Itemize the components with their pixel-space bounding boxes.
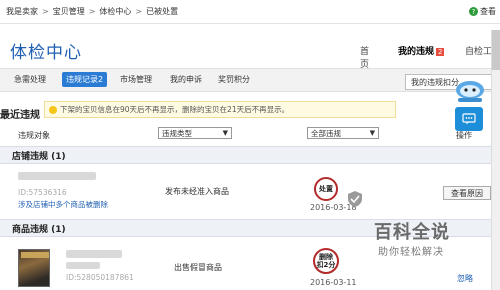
violation-count-badge: 2 (436, 48, 445, 56)
chat-icon (462, 113, 476, 125)
assistant-mascot-icon[interactable] (452, 80, 488, 104)
breadcrumb-separator: > (135, 7, 143, 16)
tab-my-appeals[interactable]: 我的申诉 (170, 74, 202, 85)
breadcrumb-separator: > (42, 7, 49, 16)
bulb-icon (49, 105, 57, 114)
watermark-logo: 百科全说 助你轻松解决 (348, 191, 498, 272)
tab-reward-points[interactable]: 奖罚积分 (218, 74, 250, 85)
view-reason-button[interactable]: 查看原因 (443, 186, 491, 200)
tab-violation-records[interactable]: 违规记录2 (62, 72, 108, 87)
breadcrumb: 我是卖家 > 宝贝管理 > 体检中心 > 已被处置 (0, 0, 500, 24)
help-label: 查看 (480, 7, 496, 16)
product-thumbnail[interactable] (18, 249, 50, 287)
breadcrumb-item[interactable]: 体检中心 (99, 6, 131, 17)
nav-home[interactable]: 首页 (360, 44, 369, 70)
store-violations-header: 店铺违规 (1) (0, 146, 500, 164)
stamp-line-2: 扣2分 (316, 261, 336, 269)
nav-self-check[interactable]: 自检工 (465, 44, 492, 57)
goods-violation-reason: 出售假冒商品 (174, 263, 222, 272)
page-title: 体检中心 (10, 43, 82, 63)
notice-text: 下架的宝贝信息在90天后不再显示，删除的宝贝在21天后不再显示。 (60, 105, 290, 114)
scrollbar-thumb[interactable] (492, 30, 500, 70)
store-id: ID:57536316 (18, 188, 67, 197)
redacted-product-title (66, 250, 122, 258)
redacted-store-name (18, 172, 96, 180)
watermark-subtitle: 助你轻松解决 (378, 247, 444, 258)
violation-type-select[interactable]: 违规类型 ▼ (158, 127, 232, 139)
recent-violations-label: 最近违规 (0, 110, 40, 121)
operation-column-label: 操作 (456, 131, 472, 140)
filter-row: 违规对象 违规类型 ▼ 全部违规 ▼ (0, 126, 500, 144)
watermark-title: 百科全说 (374, 222, 450, 243)
breadcrumb-separator: > (88, 7, 96, 16)
help-icon: ? (469, 7, 478, 16)
product-id: ID:528050187861 (66, 273, 134, 282)
goods-violation-date: 2016-03-11 (310, 278, 357, 287)
all-violations-select-value: 全部违规 (311, 128, 341, 138)
breadcrumb-item[interactable]: 我是卖家 (6, 6, 38, 17)
breadcrumb-item: 已被处置 (146, 7, 179, 16)
store-violation-reason: 发布未经准入商品 (165, 187, 229, 196)
chevron-down-icon: ▼ (369, 129, 375, 137)
tab-market-management[interactable]: 市场管理 (120, 74, 152, 85)
shield-icon (348, 191, 362, 207)
chevron-down-icon: ▼ (222, 129, 228, 137)
stamp-line-1: 删除 (319, 253, 333, 261)
nav-my-violations[interactable]: 我的违规 2 (398, 44, 445, 57)
notice-bar: 下架的宝贝信息在90天后不再显示，删除的宝贝在21天后不再显示。 (44, 101, 396, 118)
store-violation-link[interactable]: 涉及店铺中多个商品被删除 (18, 199, 108, 210)
delete-deduct-stamp: 删除 扣2分 (313, 248, 339, 274)
breadcrumb-item[interactable]: 宝贝管理 (53, 6, 85, 17)
nav-my-violations-label: 我的违规 (398, 47, 435, 57)
header: 体检中心 首页 我的违规 2 自检工 (0, 24, 500, 70)
disposal-stamp-label: 处置 (319, 185, 333, 193)
disposal-stamp: 处置 (314, 177, 338, 201)
help-link[interactable]: ? 查看 (469, 6, 496, 17)
all-violations-select[interactable]: 全部违规 ▼ (307, 127, 379, 139)
redacted-product-subtitle (66, 262, 100, 269)
ignore-link[interactable]: 忽略 (457, 273, 473, 284)
tab-urgent[interactable]: 急需处理 (14, 74, 46, 85)
violation-object-label: 违规对象 (18, 131, 50, 140)
violation-type-select-value: 违规类型 (162, 128, 192, 138)
